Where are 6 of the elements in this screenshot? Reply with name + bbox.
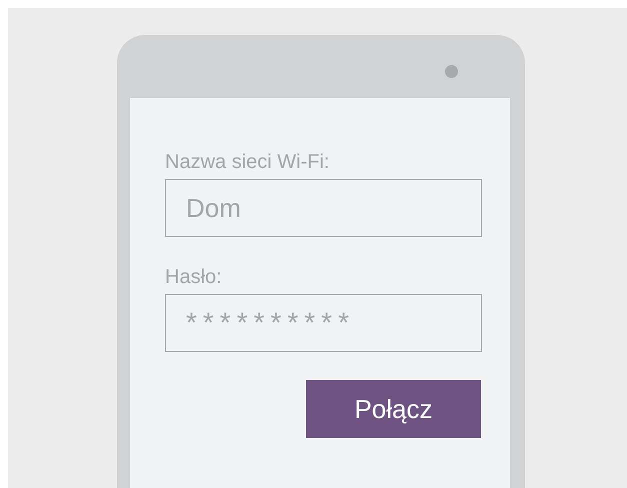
connect-button[interactable]: Połącz	[306, 380, 481, 438]
password-field[interactable]: **********	[165, 294, 482, 352]
network-name-field[interactable]: Dom	[165, 179, 482, 237]
field-label: Nazwa sieci Wi-Fi:	[165, 150, 330, 174]
camera-icon	[445, 65, 458, 78]
field-label: Hasło:	[165, 265, 222, 289]
